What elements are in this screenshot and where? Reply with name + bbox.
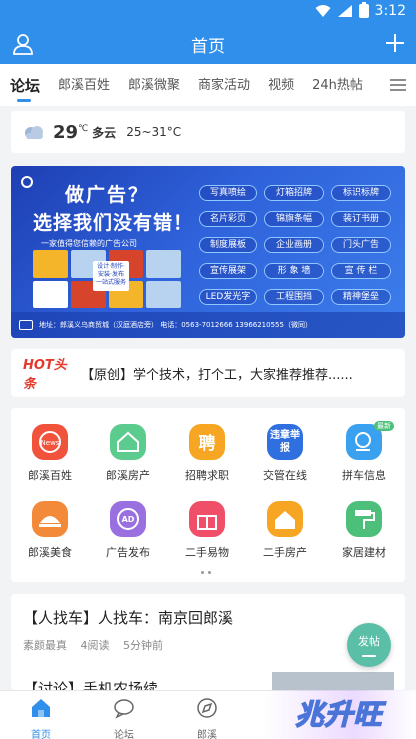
hot-news-text[interactable]: 【原创】学个技术，打个工，大家推荐推荐......: [81, 364, 353, 383]
ad-service-item: 装订书册: [331, 211, 391, 227]
ad-service-item: 名片彩页: [199, 211, 257, 227]
image-icon: [19, 320, 33, 330]
svg-text:AD: AD: [122, 515, 135, 524]
ad-service-item: 制度展板: [199, 237, 257, 253]
ad-service-item: 宣传展架: [199, 263, 257, 279]
ad-service-item: 工程围挡: [264, 289, 324, 305]
service-home-building[interactable]: 家居建材: [334, 501, 394, 560]
ad-address: 地址：郎溪义乌商贸城（汉庭酒店旁） 电话：0563-7012666 139662…: [11, 312, 405, 338]
category-tabs: 论坛 郎溪百姓 郎溪微聚 商家活动 视频 24h热帖: [0, 64, 416, 106]
ad-service-item: 门头广告: [331, 237, 391, 253]
ad-service-item: 标识标牌: [331, 185, 391, 201]
service-second-hand-house[interactable]: 二手房产: [255, 501, 315, 560]
add-icon[interactable]: [384, 32, 406, 54]
ad-photo-caption: 设计·制作·安装·发布 一站式服务: [93, 261, 129, 291]
ad-service-item: 锦旗条幅: [264, 211, 324, 227]
app-bar: 首页: [0, 24, 416, 64]
tab-24h-hot[interactable]: 24h热帖: [303, 64, 372, 106]
page-indicator: [201, 571, 211, 574]
watermark-logo: 兆升旺: [262, 690, 416, 739]
post-meta: 素颜最真 4阅读 5分钟前: [23, 637, 173, 653]
post-time: 5分钟前: [123, 639, 163, 652]
hot-news-ticker[interactable]: HOT头条 【原创】学个技术，打个工，大家推荐推荐......: [11, 349, 405, 397]
ad-service-item: 宣 传 栏: [331, 263, 391, 279]
ad-service-item: 灯箱招牌: [264, 185, 324, 201]
hot-news-brand: HOT头条: [23, 358, 67, 392]
traffic-report-icon: 违章举报: [267, 424, 303, 460]
carpool-icon: 最新: [346, 421, 394, 460]
tab-langxi-baixing[interactable]: 郎溪百姓: [49, 64, 119, 106]
cellular-signal-icon: [337, 5, 352, 17]
home-icon: [32, 699, 50, 717]
ad-banner[interactable]: 做广告？ 选择我们没有错！ 一家值得您信赖的广告公司 设计·制作·安装·发布 一…: [11, 166, 405, 338]
ad-headline: 做广告？: [65, 184, 150, 206]
house-icon: [110, 424, 146, 460]
ad-service-item: 写真喷绘: [199, 185, 257, 201]
news-icon: News: [32, 424, 68, 460]
page-title: 首页: [191, 37, 225, 57]
gift-icon: [189, 501, 225, 537]
nav-home[interactable]: 首页: [11, 697, 71, 739]
post-thumbnail[interactable]: [272, 672, 394, 690]
nav-forum[interactable]: 论坛: [94, 697, 154, 739]
status-bar: 3:12: [0, 0, 416, 24]
company-logo-icon: [21, 176, 33, 188]
service-traffic-online[interactable]: 违章举报 交管在线: [255, 424, 315, 483]
service-recruitment[interactable]: 聘 招聘求职: [177, 424, 237, 483]
food-icon: [32, 501, 68, 537]
battery-icon: [358, 2, 369, 18]
forum-post-list: 【人找车】人找车：南京回郎溪 素颜最真 4阅读 5分钟前 【讨论】手机农场续: [11, 594, 405, 698]
ad-service-item: LED发光字: [199, 289, 257, 305]
recruit-icon: 聘: [189, 424, 225, 460]
paint-roller-icon: [346, 501, 382, 537]
tab-merchant-events[interactable]: 商家活动: [189, 64, 259, 106]
post-title[interactable]: 【人找车】人找车：南京回郎溪: [23, 607, 233, 628]
wifi-icon: [315, 5, 331, 17]
ad-icon: AD: [110, 501, 146, 537]
service-carpool[interactable]: 最新 拼车信息: [334, 421, 394, 483]
svg-text:News: News: [41, 439, 60, 447]
ad-service-grid: 写真喷绘 灯箱招牌 标识标牌 名片彩页 锦旗条幅 装订书册 制度展板 企业画册 …: [199, 185, 397, 305]
service-langxi-property[interactable]: 郎溪房产: [98, 424, 158, 483]
service-langxi-baixing[interactable]: News 郎溪百姓: [20, 424, 80, 483]
weather-condition: 多云: [92, 125, 117, 140]
tab-forum[interactable]: 论坛: [0, 64, 49, 106]
new-badge: 最新: [374, 421, 394, 431]
service-second-hand-goods[interactable]: 二手易物: [177, 501, 237, 560]
compass-icon: [197, 698, 217, 718]
weather-range: 25~31°C: [126, 125, 182, 139]
chat-bubble-icon: [114, 699, 134, 719]
status-time: 3:12: [374, 3, 406, 19]
service-langxi-food[interactable]: 郎溪美食: [20, 501, 80, 560]
service-ad-publish[interactable]: AD 广告发布: [98, 501, 158, 560]
menu-icon[interactable]: [390, 79, 406, 91]
status-icons: 3:12: [315, 2, 406, 19]
cloud-icon: [25, 126, 43, 139]
service-grid: News 郎溪百姓 郎溪房产 聘 招聘求职 违章举报 交管在线 最新 拼车信息 …: [11, 408, 405, 582]
new-post-button[interactable]: 发帖: [347, 623, 391, 667]
ad-service-item: 企业画册: [264, 237, 324, 253]
weather-card[interactable]: 29℃ 多云 25~31°C: [11, 111, 405, 153]
weather-temperature: 29℃: [53, 121, 89, 143]
nav-langxi[interactable]: 郎溪: [177, 697, 237, 739]
ad-service-item: 精神堡垒: [331, 289, 391, 305]
post-author: 素颜最真: [23, 639, 67, 652]
ad-headline-secondary: 选择我们没有错！: [33, 212, 194, 234]
home-icon: [267, 501, 303, 537]
ad-service-item: 形 象 墙: [264, 263, 324, 279]
tab-video[interactable]: 视频: [259, 64, 303, 106]
tab-langxi-weiju[interactable]: 郎溪微聚: [119, 64, 189, 106]
ad-subline: 一家值得您信赖的广告公司: [41, 239, 137, 248]
post-reads: 4阅读: [80, 639, 110, 652]
svg-text:聘: 聘: [199, 433, 216, 454]
